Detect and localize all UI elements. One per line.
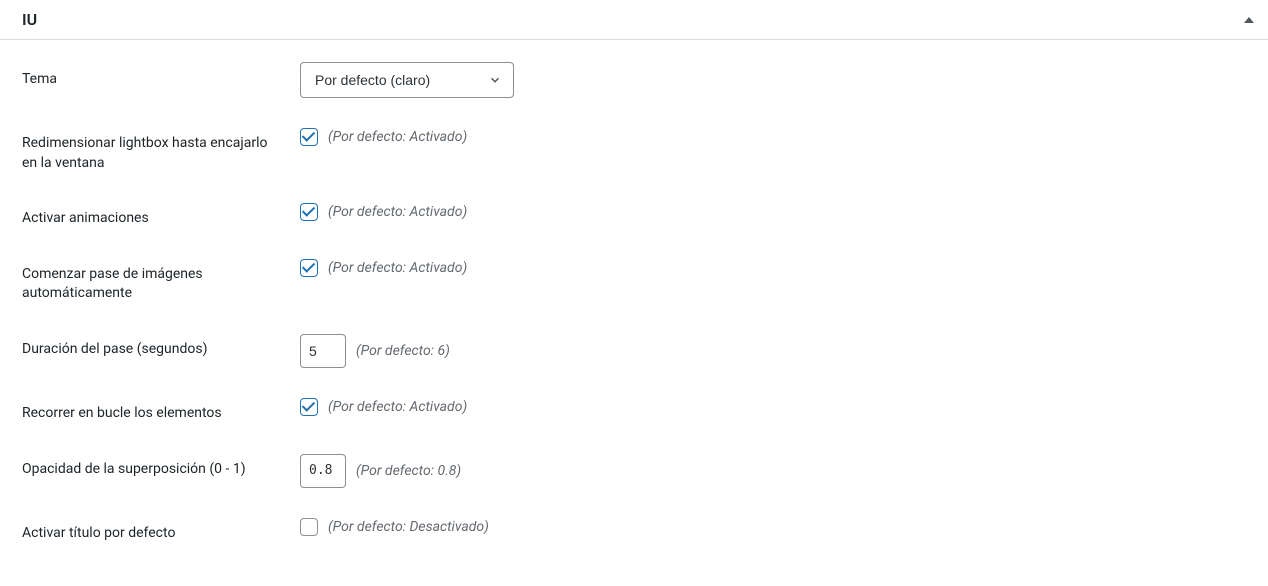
loop-checkbox[interactable] bbox=[300, 398, 318, 416]
label-autostart: Comenzar pase de imágenes automáticament… bbox=[0, 237, 278, 312]
animations-hint: (Por defecto: Activado) bbox=[328, 204, 467, 220]
row-opacity: Opacidad de la superposición (0 - 1) (Po… bbox=[0, 432, 1268, 496]
default-title-checkbox[interactable] bbox=[300, 518, 318, 536]
label-theme: Tema bbox=[0, 40, 278, 98]
row-autostart: Comenzar pase de imágenes automáticament… bbox=[0, 237, 1268, 312]
label-default-title: Activar título por defecto bbox=[0, 496, 278, 552]
duration-input[interactable] bbox=[300, 334, 346, 368]
theme-select-wrap: Por defecto (claro) bbox=[300, 62, 514, 98]
resize-hint: (Por defecto: Activado) bbox=[328, 129, 467, 145]
panel-title: IU bbox=[22, 10, 37, 29]
loop-hint: (Por defecto: Activado) bbox=[328, 399, 467, 415]
autostart-hint: (Por defecto: Activado) bbox=[328, 260, 467, 276]
theme-select[interactable]: Por defecto (claro) bbox=[300, 62, 514, 98]
resize-checkbox[interactable] bbox=[300, 128, 318, 146]
row-default-title: Activar título por defecto (Por defecto:… bbox=[0, 496, 1268, 552]
label-resize: Redimensionar lightbox hasta encajarlo e… bbox=[0, 106, 278, 181]
row-theme: Tema Por defecto (claro) bbox=[0, 40, 1268, 106]
default-title-hint: (Por defecto: Desactivado) bbox=[328, 519, 489, 535]
duration-hint: (Por defecto: 6) bbox=[356, 343, 450, 359]
animations-checkbox[interactable] bbox=[300, 203, 318, 221]
row-animations: Activar animaciones (Por defecto: Activa… bbox=[0, 181, 1268, 237]
settings-form: Tema Por defecto (claro) Redimensionar l… bbox=[0, 40, 1268, 551]
label-loop: Recorrer en bucle los elementos bbox=[0, 376, 278, 432]
label-opacity: Opacidad de la superposición (0 - 1) bbox=[0, 432, 278, 488]
opacity-hint: (Por defecto: 0.8) bbox=[356, 463, 461, 479]
row-loop: Recorrer en bucle los elementos (Por def… bbox=[0, 376, 1268, 432]
collapse-toggle-icon[interactable] bbox=[1244, 17, 1254, 23]
opacity-input[interactable] bbox=[300, 454, 346, 488]
label-duration: Duración del pase (segundos) bbox=[0, 312, 278, 368]
label-animations: Activar animaciones bbox=[0, 181, 278, 237]
autostart-checkbox[interactable] bbox=[300, 259, 318, 277]
row-duration: Duración del pase (segundos) (Por defect… bbox=[0, 312, 1268, 376]
panel-header: IU bbox=[0, 0, 1268, 40]
row-resize: Redimensionar lightbox hasta encajarlo e… bbox=[0, 106, 1268, 181]
